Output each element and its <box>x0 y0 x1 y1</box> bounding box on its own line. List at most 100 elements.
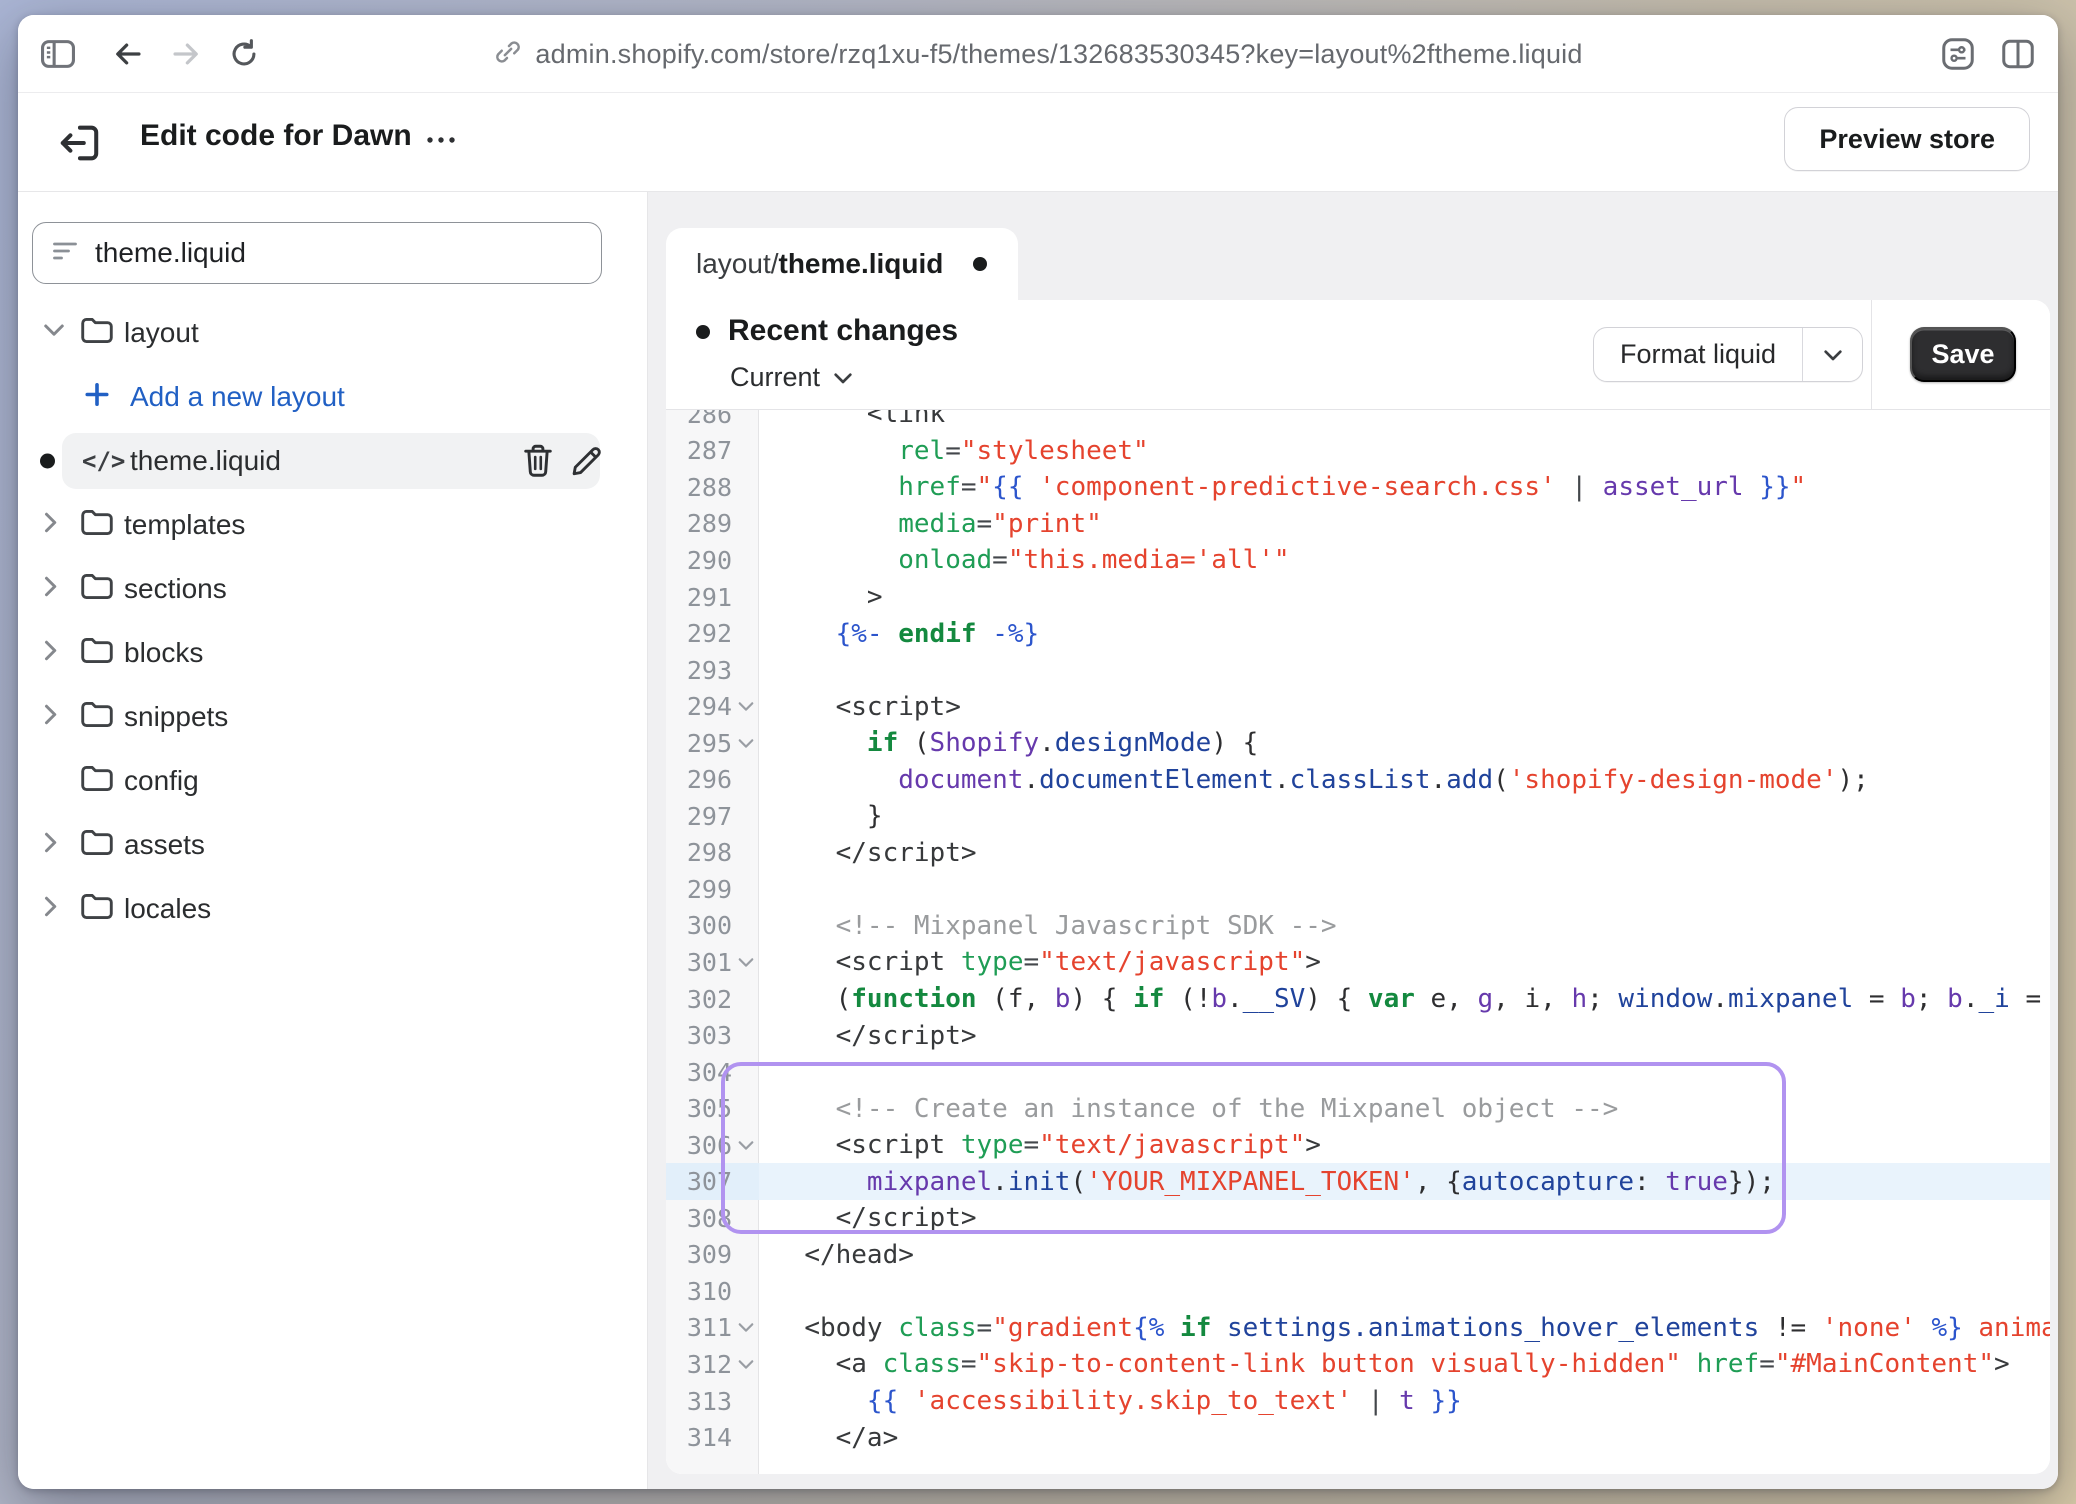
line-number[interactable]: 310 <box>672 1277 732 1306</box>
code-text[interactable]: href="{{ 'component-predictive-search.cs… <box>759 469 2050 506</box>
forward-icon[interactable] <box>164 32 208 76</box>
line-number[interactable]: 295 <box>672 729 732 758</box>
line-number[interactable]: 297 <box>672 802 732 831</box>
code-line-295[interactable]: 295 if (Shopify.designMode) { <box>666 725 2050 762</box>
fold-icon[interactable] <box>732 944 759 981</box>
code-line-302[interactable]: 302 (function (f, b) { if (!b.__SV) { va… <box>666 981 2050 1018</box>
code-line-298[interactable]: 298 </script> <box>666 835 2050 872</box>
trash-icon[interactable] <box>518 441 558 481</box>
code-text[interactable]: <a class="skip-to-content-link button vi… <box>759 1346 2050 1383</box>
sidebar-item-blocks[interactable]: blocks <box>18 625 647 681</box>
split-view-icon[interactable] <box>1996 32 2040 76</box>
more-actions-icon[interactable] <box>418 117 464 163</box>
line-number[interactable]: 314 <box>672 1423 732 1452</box>
pencil-icon[interactable] <box>566 441 606 481</box>
line-number[interactable]: 300 <box>672 911 732 940</box>
sidebar-item-snippets[interactable]: snippets <box>18 689 647 745</box>
code-line-307[interactable]: 307 mixpanel.init('YOUR_MIXPANEL_TOKEN',… <box>666 1163 2050 1200</box>
line-number[interactable]: 305 <box>672 1094 732 1123</box>
code-line-286[interactable]: 286 <link <box>666 410 2050 433</box>
chevron-right-icon[interactable] <box>42 639 60 668</box>
chevron-right-icon[interactable] <box>42 831 60 860</box>
sidebar-item-locales[interactable]: locales <box>18 881 647 937</box>
code-line-299[interactable]: 299 <box>666 871 2050 908</box>
sidebar-item-sections[interactable]: sections <box>18 561 647 617</box>
code-line-308[interactable]: 308 </script> <box>666 1200 2050 1237</box>
code-text[interactable]: </a> <box>759 1419 2050 1456</box>
code-line-288[interactable]: 288 href="{{ 'component-predictive-searc… <box>666 469 2050 506</box>
chevron-down-icon[interactable] <box>42 322 66 345</box>
code-line-294[interactable]: 294 <script> <box>666 688 2050 725</box>
line-number[interactable]: 311 <box>672 1313 732 1342</box>
code-text[interactable]: onload="this.media='all'" <box>759 542 2050 579</box>
sidebar-action-add-a-new-layout[interactable]: Add a new layout <box>18 369 647 425</box>
code-text[interactable]: } <box>759 798 2050 835</box>
line-number[interactable]: 312 <box>672 1350 732 1379</box>
code-line-312[interactable]: 312 <a class="skip-to-content-link butto… <box>666 1346 2050 1383</box>
code-text[interactable]: </script> <box>759 1200 2050 1237</box>
code-line-313[interactable]: 313 {{ 'accessibility.skip_to_text' | t … <box>666 1383 2050 1420</box>
code-line-293[interactable]: 293 <box>666 652 2050 689</box>
code-line-314[interactable]: 314 </a> <box>666 1419 2050 1456</box>
line-number[interactable]: 304 <box>672 1058 732 1087</box>
code-text[interactable]: {%- endif -%} <box>759 615 2050 652</box>
code-line-297[interactable]: 297 } <box>666 798 2050 835</box>
code-line-287[interactable]: 287 rel="stylesheet" <box>666 433 2050 470</box>
sidebar-item-config[interactable]: config <box>18 753 647 809</box>
format-liquid-button[interactable]: Format liquid <box>1593 327 1863 382</box>
format-options-chevron-icon[interactable] <box>1802 328 1862 381</box>
tab-theme-liquid[interactable]: layout/theme.liquid <box>666 228 1018 300</box>
line-number[interactable]: 298 <box>672 838 732 867</box>
fold-icon[interactable] <box>732 1127 759 1164</box>
code-text[interactable]: <!-- Create an instance of the Mixpanel … <box>759 1090 2050 1127</box>
line-number[interactable]: 313 <box>672 1387 732 1416</box>
line-number[interactable]: 288 <box>672 473 732 502</box>
fold-icon[interactable] <box>732 1346 759 1383</box>
line-number[interactable]: 309 <box>672 1240 732 1269</box>
code-text[interactable]: <link <box>759 410 2050 433</box>
line-number[interactable]: 308 <box>672 1204 732 1233</box>
file-search-input[interactable] <box>95 237 583 269</box>
line-number[interactable]: 290 <box>672 546 732 575</box>
line-number[interactable]: 296 <box>672 765 732 794</box>
code-text[interactable]: mixpanel.init('YOUR_MIXPANEL_TOKEN', {au… <box>759 1163 2050 1200</box>
code-editor[interactable]: 286 <link287 rel="stylesheet"288 href="{… <box>666 410 2050 1474</box>
fold-icon[interactable] <box>732 725 759 762</box>
exit-editor-icon[interactable] <box>56 121 102 170</box>
code-text[interactable]: </script> <box>759 835 2050 872</box>
chevron-right-icon[interactable] <box>42 703 60 732</box>
preview-store-button[interactable]: Preview store <box>1784 107 2030 171</box>
save-button[interactable]: Save <box>1910 327 2016 382</box>
code-text[interactable] <box>759 1273 2050 1310</box>
code-text[interactable]: </head> <box>759 1237 2050 1274</box>
code-text[interactable] <box>759 871 2050 908</box>
code-line-292[interactable]: 292 {%- endif -%} <box>666 615 2050 652</box>
chevron-right-icon[interactable] <box>42 511 60 540</box>
code-text[interactable]: media="print" <box>759 506 2050 543</box>
code-text[interactable]: <!-- Mixpanel Javascript SDK --> <box>759 908 2050 945</box>
line-number[interactable]: 289 <box>672 509 732 538</box>
sidebar-item-theme.liquid[interactable]: </>theme.liquid <box>18 433 647 489</box>
back-icon[interactable] <box>106 32 150 76</box>
line-number[interactable]: 293 <box>672 656 732 685</box>
line-number[interactable]: 307 <box>672 1167 732 1196</box>
line-number[interactable]: 306 <box>672 1131 732 1160</box>
code-text[interactable]: (function (f, b) { if (!b.__SV) { var e,… <box>759 981 2050 1018</box>
code-text[interactable] <box>759 1054 2050 1091</box>
code-text[interactable]: </script> <box>759 1017 2050 1054</box>
code-line-309[interactable]: 309 </head> <box>666 1237 2050 1274</box>
code-line-311[interactable]: 311 <body class="gradient{% if settings.… <box>666 1310 2050 1347</box>
code-line-289[interactable]: 289 media="print" <box>666 506 2050 543</box>
code-text[interactable]: document.documentElement.classList.add('… <box>759 761 2050 798</box>
code-text[interactable]: if (Shopify.designMode) { <box>759 725 2050 762</box>
line-number[interactable]: 292 <box>672 619 732 648</box>
code-text[interactable]: {{ 'accessibility.skip_to_text' | t }} <box>759 1383 2050 1420</box>
line-number[interactable]: 287 <box>672 436 732 465</box>
chevron-right-icon[interactable] <box>42 895 60 924</box>
sidebar-item-assets[interactable]: assets <box>18 817 647 873</box>
sidebar-item-templates[interactable]: templates <box>18 497 647 553</box>
version-dropdown[interactable]: Current <box>730 362 854 393</box>
code-text[interactable] <box>759 652 2050 689</box>
line-number[interactable]: 291 <box>672 583 732 612</box>
sidebar-item-layout[interactable]: layout <box>18 305 647 361</box>
